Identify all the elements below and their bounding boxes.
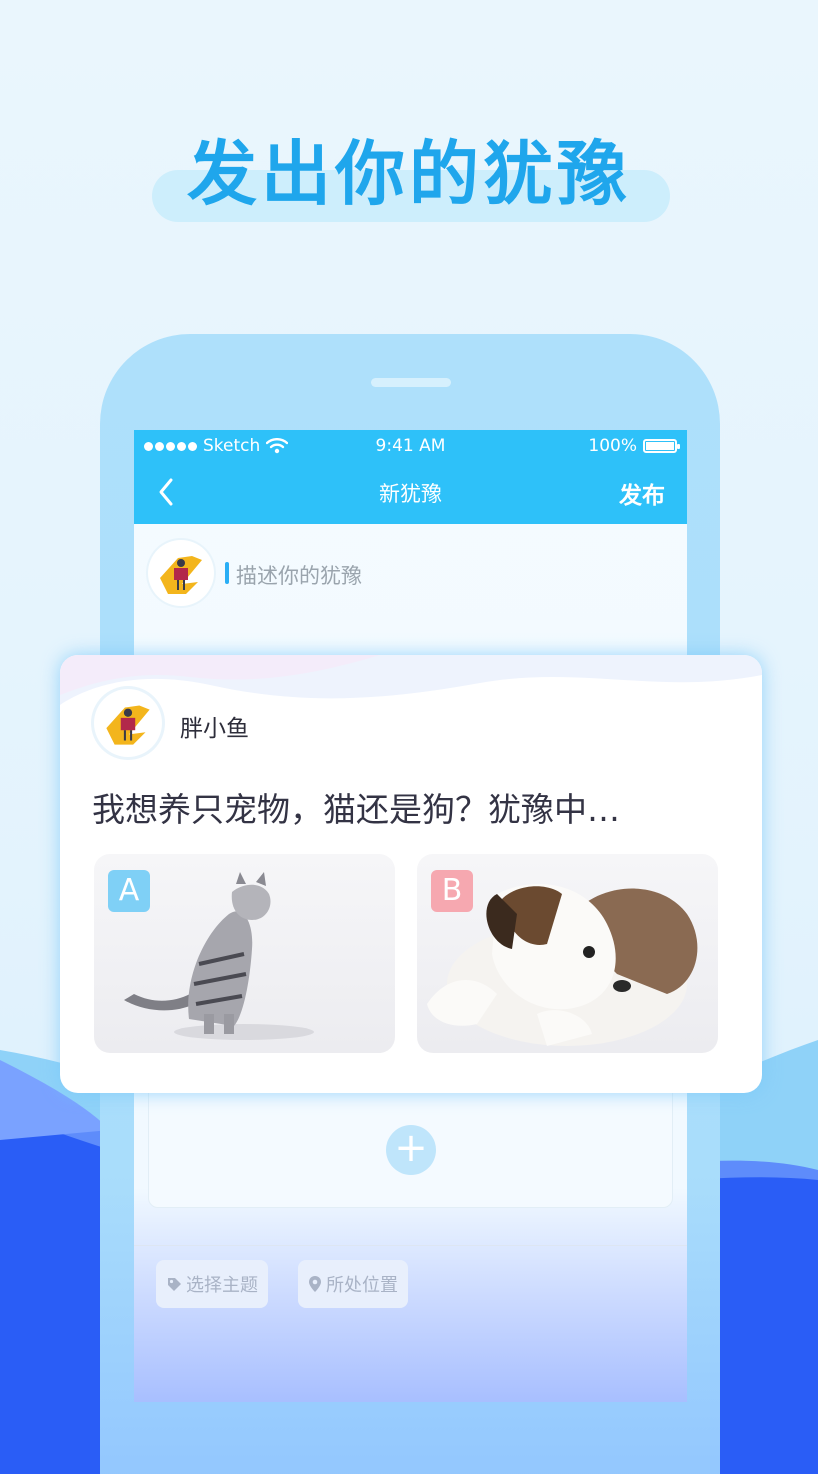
status-battery-group: 100% bbox=[588, 436, 680, 456]
composer-avatar bbox=[148, 540, 214, 606]
dilemma-card: 胖小鱼 我想养只宠物，猫还是狗？犹豫中… A B bbox=[60, 655, 762, 1093]
divider bbox=[134, 1245, 687, 1246]
tag-icon bbox=[168, 1278, 181, 1291]
text-cursor bbox=[225, 562, 229, 584]
question-text: 我想养只宠物，猫还是狗？犹豫中… bbox=[92, 790, 620, 829]
battery-percent: 100% bbox=[588, 436, 637, 456]
location-label: 所处位置 bbox=[326, 1275, 398, 1296]
option-b-badge: B bbox=[431, 870, 473, 912]
publish-button[interactable]: 发布 bbox=[619, 476, 665, 510]
page-headline: 发出你的犹豫 bbox=[187, 133, 631, 215]
location-button[interactable]: 所处位置 bbox=[298, 1260, 408, 1308]
user-avatar[interactable] bbox=[94, 689, 162, 757]
phone-speaker bbox=[371, 378, 451, 387]
plus-icon: + bbox=[394, 1125, 428, 1171]
battery-icon bbox=[643, 439, 680, 453]
add-option-button[interactable]: + bbox=[386, 1125, 436, 1175]
select-topic-label: 选择主题 bbox=[186, 1275, 258, 1296]
location-pin-icon bbox=[309, 1276, 321, 1292]
username[interactable]: 胖小鱼 bbox=[180, 709, 249, 743]
card-top-wave bbox=[60, 655, 762, 705]
description-input[interactable]: 描述你的犹豫 bbox=[236, 560, 362, 590]
option-a-card[interactable]: A bbox=[94, 854, 395, 1053]
app-header: Sketch 9:41 AM 100% 新犹豫 发布 bbox=[134, 430, 687, 524]
option-b-card[interactable]: B bbox=[417, 854, 718, 1053]
nav-title: 新犹豫 bbox=[379, 482, 442, 506]
option-a-badge: A bbox=[108, 870, 150, 912]
select-topic-button[interactable]: 选择主题 bbox=[156, 1260, 268, 1308]
